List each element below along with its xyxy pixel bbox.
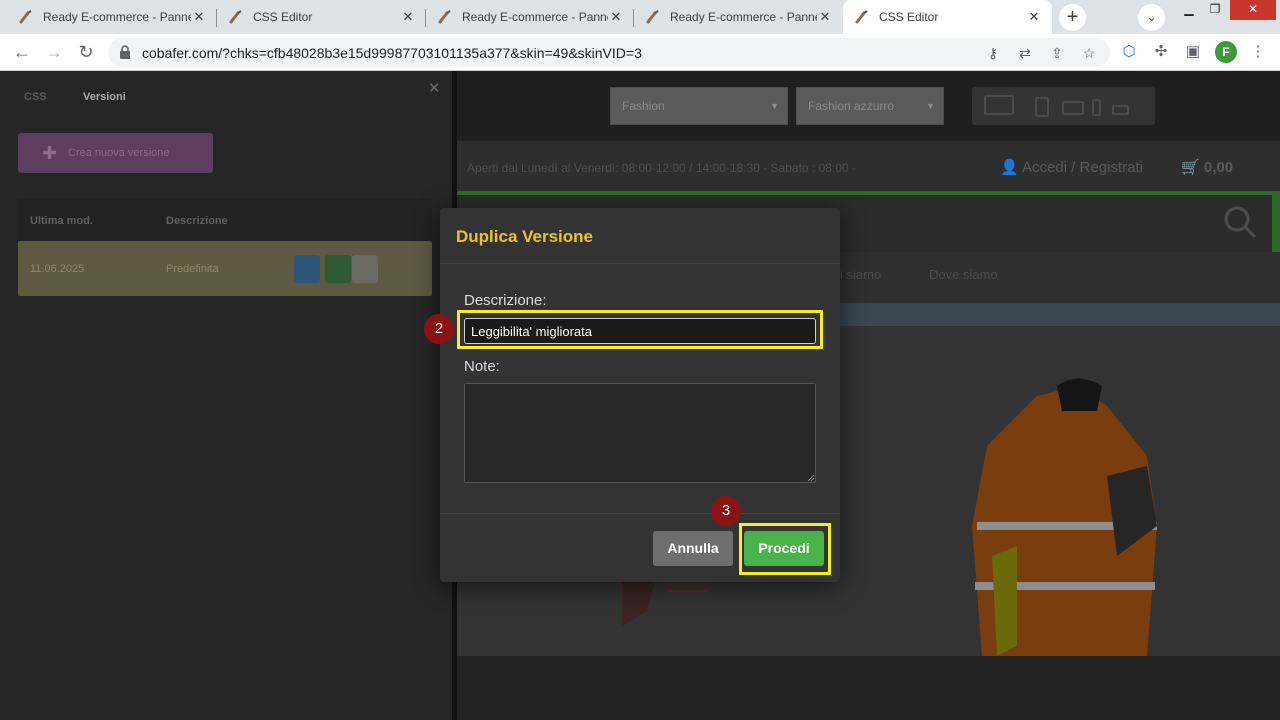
brush-favicon-icon xyxy=(646,10,659,24)
lock-icon xyxy=(120,45,130,59)
extension-shield-icon[interactable]: ⬡ xyxy=(1120,43,1138,61)
duplicate-button[interactable] xyxy=(325,255,351,283)
editor-side-panel: CSS Versioni ✕ ✚ Crea nuova versione Ult… xyxy=(0,71,452,720)
tablet-portrait-icon[interactable] xyxy=(1035,97,1049,117)
tab-css[interactable]: CSS xyxy=(24,91,47,103)
device-switcher xyxy=(972,87,1155,125)
column-header: Ultima mod. xyxy=(30,215,93,227)
phone-portrait-icon[interactable] xyxy=(1092,99,1101,116)
close-icon[interactable]: ✕ xyxy=(428,79,441,97)
brush-favicon-icon xyxy=(19,10,32,24)
preview-footer xyxy=(457,656,1280,720)
browser-tab-active[interactable]: CSS Editor ✕ xyxy=(843,0,1052,34)
table-row[interactable]: 11.06.2025 Predefinita xyxy=(18,241,432,296)
tab-search-chevron-icon[interactable]: ⌄ xyxy=(1138,4,1165,31)
tab-close-icon[interactable]: ✕ xyxy=(817,9,833,25)
minimize-button[interactable]: ▁ xyxy=(1176,0,1202,20)
url-text: cobafer.com/?chks=cfb48028b3e15d99987703… xyxy=(142,45,642,61)
reload-icon[interactable]: ↻ xyxy=(74,40,98,64)
phone-landscape-icon[interactable] xyxy=(1112,105,1129,115)
side-panel-icon[interactable]: ▣ xyxy=(1184,43,1202,61)
cancel-button[interactable]: Annulla xyxy=(653,531,733,566)
brush-favicon-icon xyxy=(229,10,242,24)
delete-button[interactable] xyxy=(352,255,378,283)
resize-handle-icon[interactable] xyxy=(806,473,815,482)
tab-versioni[interactable]: Versioni xyxy=(83,91,126,103)
new-tab-button[interactable]: + xyxy=(1059,4,1086,31)
login-label: Accedi / Registrati xyxy=(1022,159,1143,176)
kebab-menu-icon[interactable]: ⋮ xyxy=(1249,43,1267,61)
description-label: Descrizione: xyxy=(464,292,547,309)
notes-textarea[interactable] xyxy=(464,383,816,483)
tab-close-icon[interactable]: ✕ xyxy=(191,9,207,25)
create-version-button[interactable]: ✚ Crea nuova versione xyxy=(18,133,213,173)
back-arrow-icon[interactable]: ← xyxy=(10,40,34,64)
proceed-highlight xyxy=(739,523,831,575)
brush-favicon-icon xyxy=(855,10,868,24)
dialog-title: Duplica Versione xyxy=(456,227,593,246)
tab-title: Ready E-commerce - Pannello xyxy=(670,10,817,24)
row-description: Predefinita xyxy=(166,263,219,275)
key-icon[interactable]: ⚷ xyxy=(985,45,1001,61)
browser-tab[interactable]: CSS Editor ✕ xyxy=(217,0,426,34)
tab-strip: Ready E-commerce - Pannello ✕ CSS Editor… xyxy=(0,0,1280,34)
window-close-button[interactable]: ✕ xyxy=(1230,0,1276,20)
translate-icon[interactable]: ⇄ xyxy=(1017,45,1033,61)
profile-avatar[interactable]: F xyxy=(1215,41,1237,63)
notes-label: Note: xyxy=(464,358,500,375)
nav-item[interactable]: i siamo xyxy=(840,267,881,282)
share-icon[interactable]: ⇪ xyxy=(1049,45,1065,61)
browser-toolbar: ← → ↻ cobafer.com/?chks=cfb48028b3e15d99… xyxy=(0,34,1280,71)
browser-tab[interactable]: Ready E-commerce - Pannello ✕ xyxy=(426,0,634,34)
theme-select-value: Fashion xyxy=(622,99,665,113)
address-bar[interactable]: cobafer.com/?chks=cfb48028b3e15d99987703… xyxy=(108,38,1110,67)
tab-title: CSS Editor xyxy=(253,10,313,24)
brush-favicon-icon xyxy=(438,10,451,24)
tab-close-icon[interactable]: ✕ xyxy=(400,9,416,25)
step-marker-2: 2 xyxy=(424,314,454,344)
opening-hours: Aperti dal Lunedì al Venerdì: 08:00-12:0… xyxy=(467,161,856,175)
versions-table-header: Ultima mod. Descrizione xyxy=(18,199,432,243)
restore-button[interactable]: ❐ xyxy=(1202,0,1228,20)
row-date: 11.06.2025 xyxy=(30,263,85,275)
chevron-down-icon: ▼ xyxy=(926,101,935,111)
plus-icon: ✚ xyxy=(42,143,58,163)
browser-tab[interactable]: Ready E-commerce - Pannello ✕ xyxy=(634,0,843,34)
login-link[interactable]: 👤 Accedi / Registrati xyxy=(1000,158,1143,176)
puzzle-icon[interactable]: ✣ xyxy=(1152,43,1170,61)
create-version-label: Crea nuova versione xyxy=(68,147,170,159)
site-top-bar: Aperti dal Lunedì al Venerdì: 08:00-12:0… xyxy=(457,141,1280,195)
desktop-icon[interactable] xyxy=(984,95,1014,115)
tablet-landscape-icon[interactable] xyxy=(1062,101,1084,115)
tab-title: Ready E-commerce - Pannello xyxy=(462,10,608,24)
tab-title: CSS Editor xyxy=(879,10,939,24)
forward-arrow-icon[interactable]: → xyxy=(42,40,66,64)
edit-button[interactable] xyxy=(294,255,320,283)
variant-select[interactable]: Fashion azzurro ▼ xyxy=(796,87,944,125)
dialog-header: Duplica Versione xyxy=(440,208,840,264)
browser-tab[interactable]: Ready E-commerce - Pannello ✕ xyxy=(0,0,217,34)
variant-select-value: Fashion azzurro xyxy=(808,99,895,113)
search-icon[interactable] xyxy=(1222,204,1258,240)
step-marker-3: 3 xyxy=(711,496,741,526)
description-highlight xyxy=(457,310,823,349)
column-header: Descrizione xyxy=(166,215,228,227)
tab-close-icon[interactable]: ✕ xyxy=(1026,9,1042,25)
cart-total: 0,00 xyxy=(1203,159,1234,176)
theme-select[interactable]: Fashion ▼ xyxy=(610,87,788,125)
cart-link[interactable]: 🛒 0,00 xyxy=(1181,158,1233,176)
star-icon[interactable]: ☆ xyxy=(1081,45,1097,61)
nav-item[interactable]: Dove siamo xyxy=(929,267,998,282)
jacket-product-image xyxy=(972,378,1157,656)
tab-title: Ready E-commerce - Pannello xyxy=(43,10,191,24)
chevron-down-icon: ▼ xyxy=(770,101,779,111)
tab-close-icon[interactable]: ✕ xyxy=(608,9,624,25)
